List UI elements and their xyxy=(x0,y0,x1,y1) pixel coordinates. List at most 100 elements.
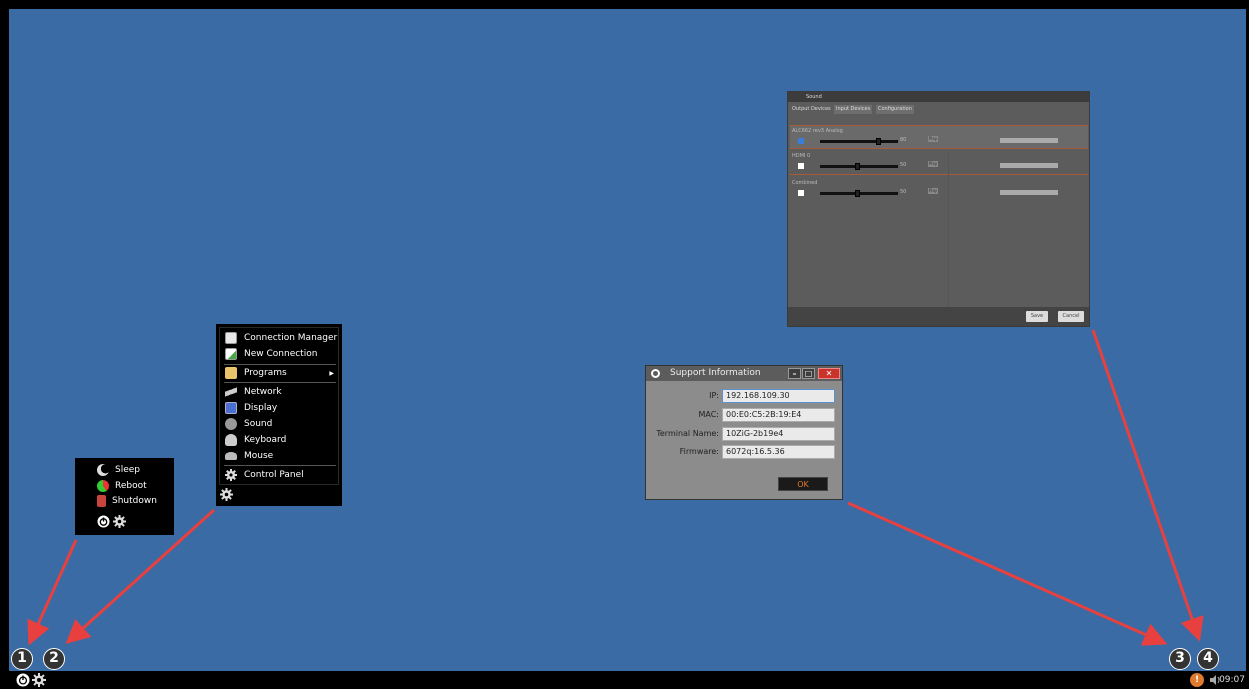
volume-level-bar xyxy=(1000,138,1058,143)
sound-icon xyxy=(225,418,237,430)
gear-icon[interactable] xyxy=(113,515,126,528)
volume-value: 50 xyxy=(900,189,907,195)
gear-icon[interactable] xyxy=(220,488,233,501)
maximize-icon[interactable]: □ xyxy=(802,368,815,379)
connection-manager-icon xyxy=(225,332,237,344)
gear-icon xyxy=(225,469,237,481)
start-menu-label: New Connection xyxy=(244,349,318,359)
start-menu-item-new-connection[interactable]: New Connection xyxy=(222,346,338,362)
start-menu-label: Network xyxy=(244,387,282,397)
close-icon[interactable]: ✕ xyxy=(818,368,840,379)
volume-value: 50 xyxy=(900,162,907,168)
gear-icon[interactable] xyxy=(32,673,46,687)
volume-level-bar xyxy=(1000,190,1058,195)
support-field-firmware: Firmware: 6072q:16.5.36 xyxy=(646,445,842,459)
start-menu-label: Control Panel xyxy=(244,470,304,480)
start-menu-item-control-panel[interactable]: Control Panel xyxy=(222,467,338,483)
sound-device-label: Combined xyxy=(792,180,818,186)
start-menu-label: Sound xyxy=(244,419,273,429)
start-menu-item-mouse[interactable]: Mouse xyxy=(222,448,338,464)
firmware-value-field[interactable]: 6072q:16.5.36 xyxy=(722,445,835,459)
start-menu-item-display[interactable]: Display xyxy=(222,400,338,416)
network-icon xyxy=(225,386,237,398)
start-menu-divider xyxy=(224,465,336,466)
terminal-name-value-field[interactable]: 10ZiG-2b19e4 xyxy=(722,427,835,441)
sound-device-row[interactable]: ALC662 rev3 Analog 80 Play xyxy=(790,125,1088,149)
volume-slider-knob[interactable] xyxy=(855,163,860,170)
sound-window: Sound Output Devices Input Devices Confi… xyxy=(787,91,1090,327)
volume-level-bar xyxy=(1000,163,1058,168)
display-icon xyxy=(225,402,237,414)
minimize-icon[interactable]: – xyxy=(788,368,801,379)
volume-slider-knob[interactable] xyxy=(876,138,881,145)
start-menu-label: Programs xyxy=(244,368,287,378)
field-label: MAC: xyxy=(698,410,719,419)
field-label: Terminal Name: xyxy=(656,429,719,438)
sound-window-title: Sound xyxy=(788,92,1089,102)
volume-slider[interactable] xyxy=(820,190,898,197)
device-checkbox[interactable] xyxy=(798,190,804,196)
start-menu-label: Mouse xyxy=(244,451,274,461)
start-menu-item-programs[interactable]: Programs ▶ xyxy=(222,365,338,381)
play-button[interactable]: Play xyxy=(928,136,938,142)
power-menu-item-reboot[interactable]: Reboot xyxy=(97,478,147,493)
reboot-icon xyxy=(97,479,109,492)
start-menu-item-connection-manager[interactable]: Connection Manager xyxy=(222,330,338,346)
start-menu: Connection Manager New Connection Progra… xyxy=(216,324,342,506)
sound-panel-divider xyxy=(948,152,949,307)
start-menu-label: Keyboard xyxy=(244,435,287,445)
info-icon[interactable]: ! xyxy=(1190,673,1204,687)
support-window-titlebar[interactable]: Support Information – □ ✕ xyxy=(646,366,842,381)
start-menu-item-keyboard[interactable]: Keyboard xyxy=(222,432,338,448)
keyboard-icon xyxy=(225,434,237,446)
badge-1: 1 xyxy=(11,648,33,670)
power-menu-label: Sleep xyxy=(115,464,141,475)
power-icon[interactable] xyxy=(16,673,30,687)
play-button[interactable]: Play xyxy=(928,161,938,167)
ip-value-field[interactable]: 192.168.109.30 xyxy=(722,389,835,403)
badge-3: 3 xyxy=(1169,648,1191,670)
submenu-arrow-icon: ▶ xyxy=(329,369,334,377)
volume-slider[interactable] xyxy=(820,163,898,170)
sound-device-row[interactable]: HDMI 0 50 Play xyxy=(790,151,1088,175)
clock[interactable]: 09:07 xyxy=(1219,673,1245,687)
taskbar: ! 09:07 xyxy=(0,671,1249,689)
volume-value: 80 xyxy=(900,137,907,143)
support-info-window: Support Information – □ ✕ IP: 192.168.10… xyxy=(645,365,843,500)
save-button[interactable]: Save xyxy=(1026,311,1048,322)
badge-4: 4 xyxy=(1197,648,1219,670)
start-menu-item-network[interactable]: Network xyxy=(222,384,338,400)
power-menu: Sleep Reboot Shutdown xyxy=(75,458,174,535)
tab-configuration[interactable]: Configuration xyxy=(876,105,914,114)
sound-device-label: HDMI 0 xyxy=(792,153,811,159)
start-menu-label: Connection Manager xyxy=(244,333,338,343)
volume-slider[interactable] xyxy=(820,138,898,145)
sound-window-footer: Save Cancel xyxy=(788,307,1089,326)
ok-button[interactable]: OK xyxy=(778,477,828,491)
field-label: IP: xyxy=(709,391,719,400)
app-logo-icon xyxy=(651,369,660,378)
start-menu-panel: Connection Manager New Connection Progra… xyxy=(219,327,339,485)
new-connection-icon xyxy=(225,348,237,360)
sleep-icon xyxy=(97,463,109,476)
volume-slider-knob[interactable] xyxy=(855,190,860,197)
support-window-title: Support Information xyxy=(670,368,761,378)
power-menu-label: Reboot xyxy=(115,480,147,491)
tab-output-devices[interactable]: Output Devices xyxy=(790,105,833,114)
shutdown-icon xyxy=(97,494,106,507)
power-menu-item-sleep[interactable]: Sleep xyxy=(97,462,140,477)
programs-folder-icon xyxy=(225,367,237,379)
support-field-terminal-name: Terminal Name: 10ZiG-2b19e4 xyxy=(646,427,842,441)
device-checkbox[interactable] xyxy=(798,138,804,144)
sound-device-row[interactable]: Combined 50 Play xyxy=(790,178,1088,202)
power-icon[interactable] xyxy=(97,515,110,528)
tab-input-devices[interactable]: Input Devices xyxy=(834,105,873,114)
mac-value-field[interactable]: 00:E0:C5:2B:19:E4 xyxy=(722,408,835,422)
device-checkbox[interactable] xyxy=(798,163,804,169)
play-button[interactable]: Play xyxy=(928,188,938,194)
cancel-button[interactable]: Cancel xyxy=(1058,311,1084,322)
start-menu-divider xyxy=(224,382,336,383)
start-menu-item-sound[interactable]: Sound xyxy=(222,416,338,432)
support-field-ip: IP: 192.168.109.30 xyxy=(646,389,842,403)
power-menu-item-shutdown[interactable]: Shutdown xyxy=(97,493,157,508)
